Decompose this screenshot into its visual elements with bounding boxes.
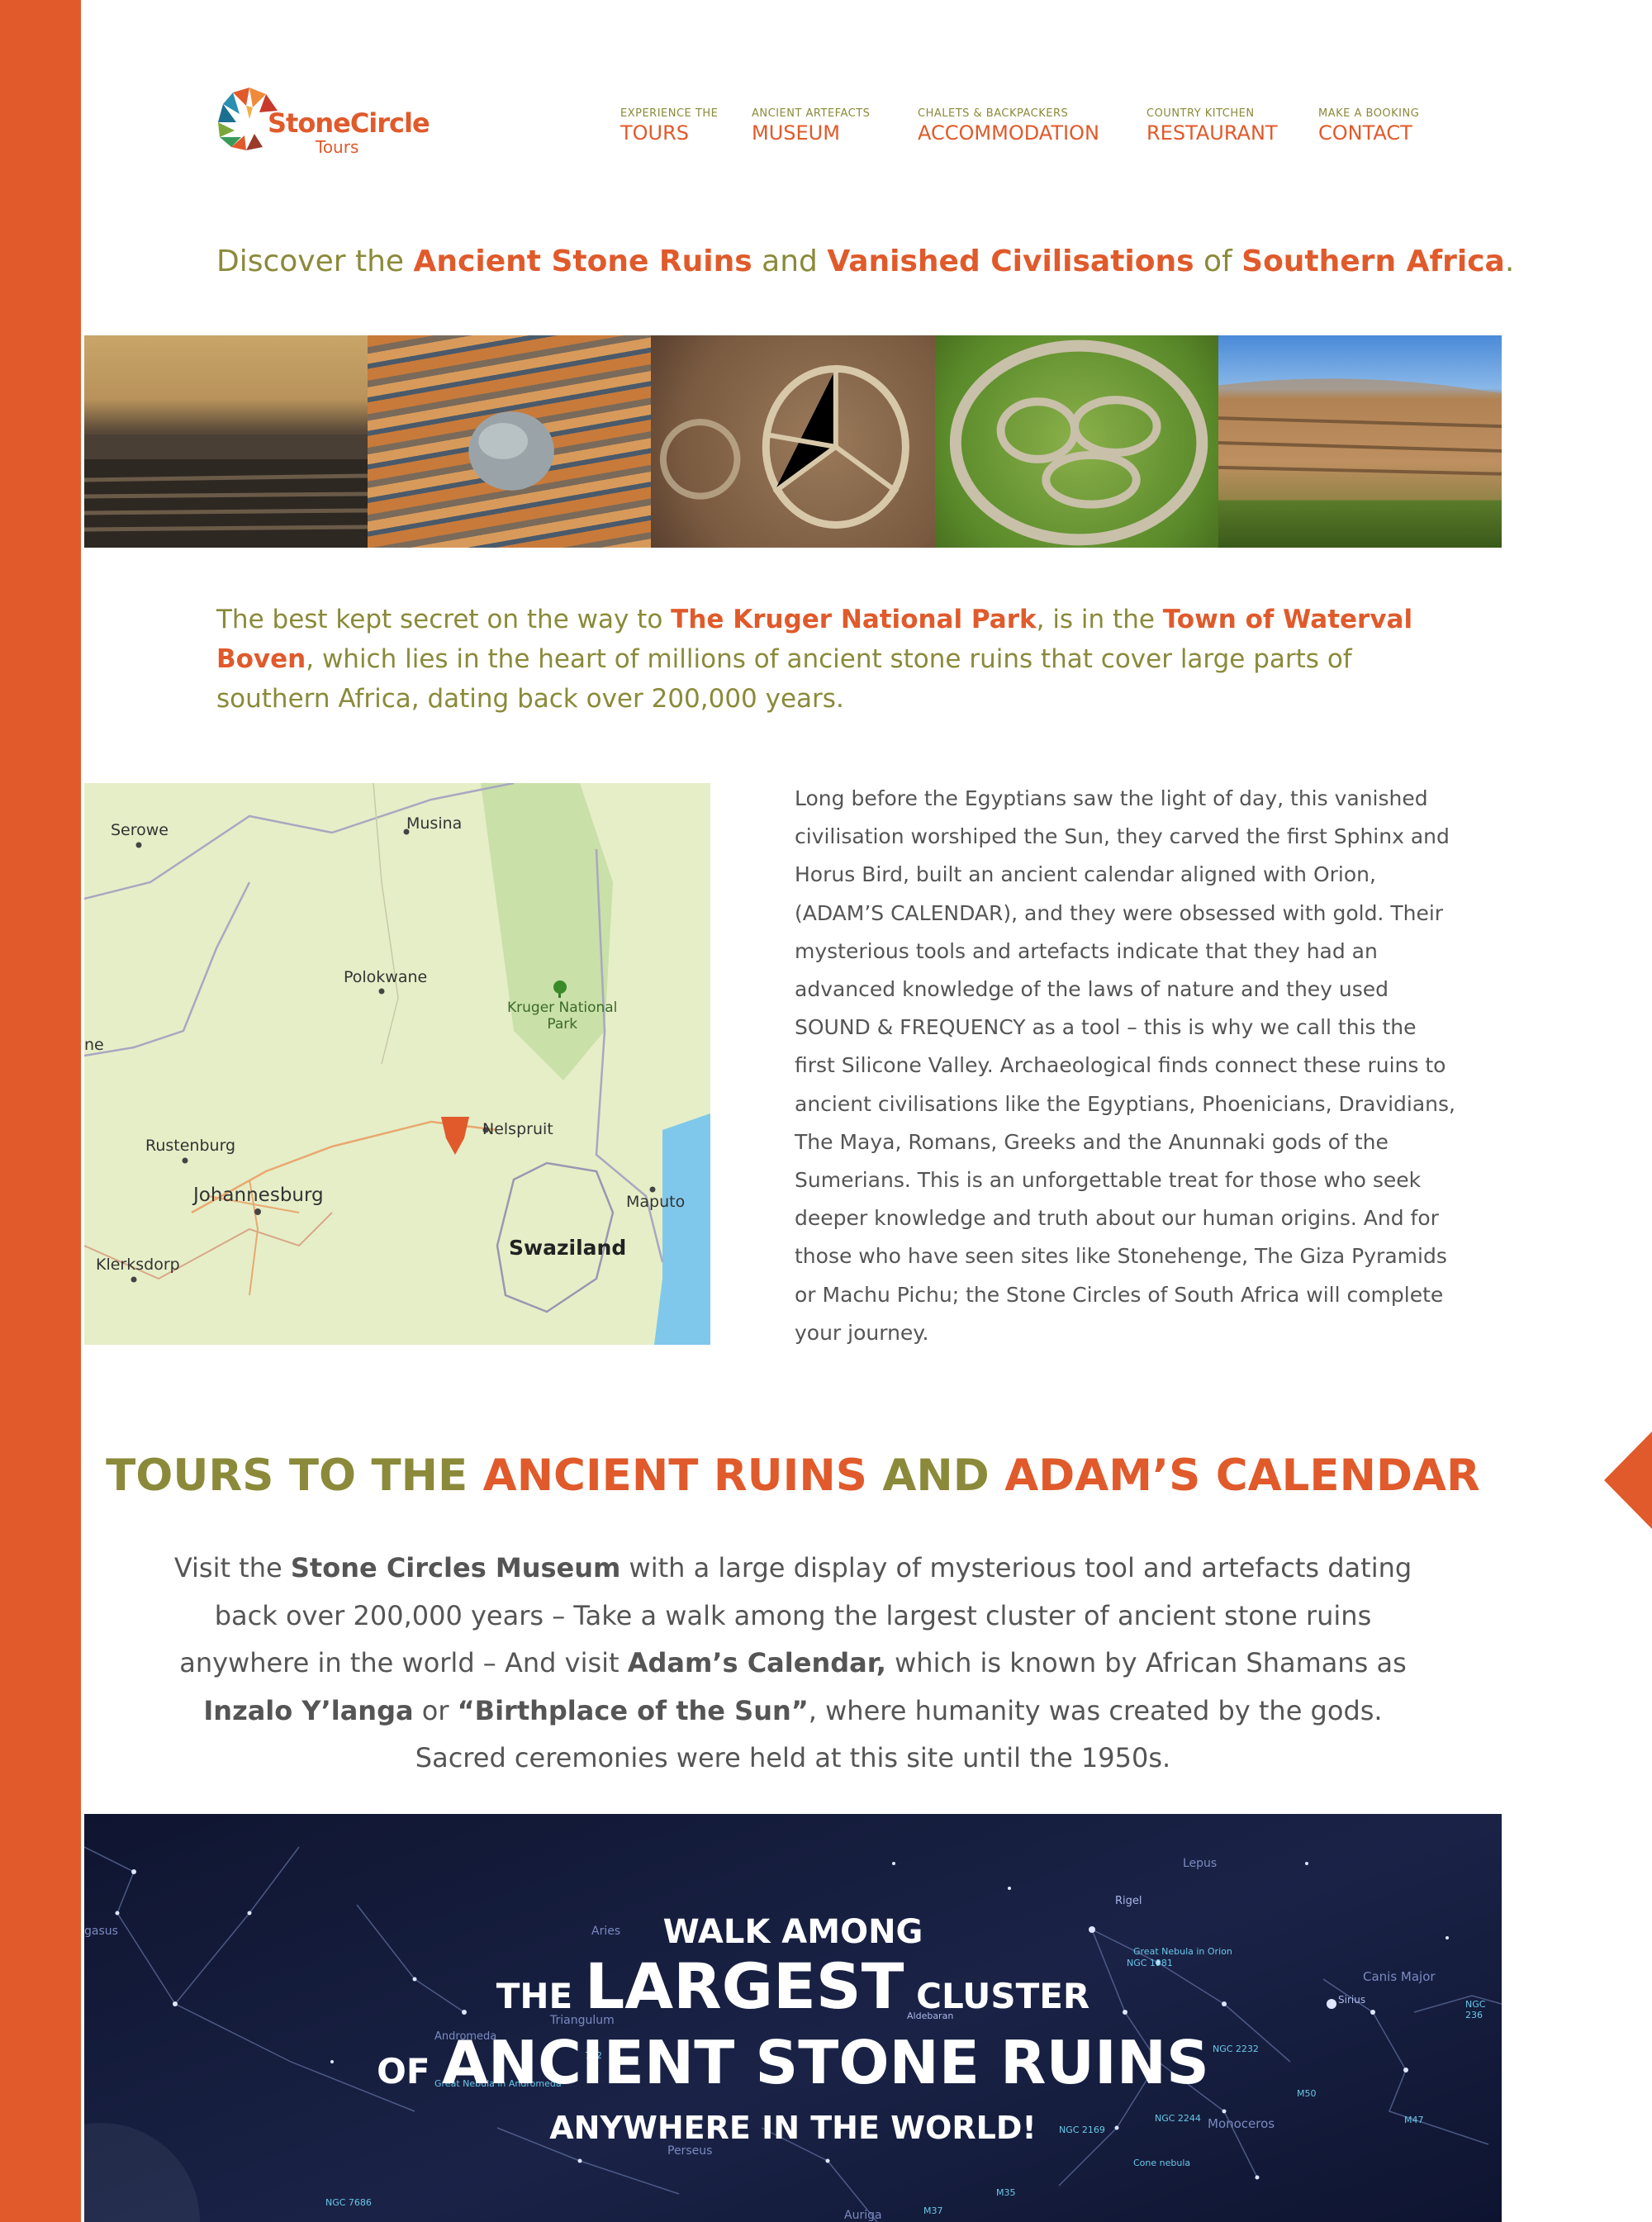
nav-museum[interactable]: ANCIENT ARTEFACTS MUSEUM (752, 107, 870, 145)
tours-paragraph: Visit the Stone Circles Museum with a la… (173, 1552, 1412, 1773)
map-label-musina: Musina (406, 814, 463, 833)
left-accent-bar (0, 0, 81, 2222)
photo-strip (84, 335, 1502, 548)
map-label-nelspruit: Nelspruit (482, 1120, 553, 1138)
map-label-klerksdorp: Klerksdorp (96, 1256, 180, 1274)
photo-stone-wall-landscape (84, 335, 368, 548)
banner-line-4: ANYWHERE IN THE WORLD! (549, 2110, 1037, 2146)
banner-line-3: OF ANCIENT STONE RUINS (377, 2028, 1209, 2097)
map-label-johannesburg: Johannesburg (193, 1185, 324, 1206)
star-label-auriga: Auriga (844, 2209, 882, 2222)
map-label-ne: ne (84, 1036, 104, 1054)
nav-museum-label: MUSEUM (752, 121, 840, 145)
banner-text: WALK AMONG THE LARGEST CLUSTER OF ANCIEN… (84, 1911, 1502, 2152)
nav-accommodation-caption: CHALETS & BACKPACKERS (918, 107, 1069, 120)
star-label-ngc7686: NGC 7686 (325, 2197, 372, 2208)
star-label-lepus: Lepus (1183, 1857, 1218, 1870)
nav-accommodation-label: ACCOMMODATION (918, 121, 1099, 145)
nav-tours-label: TOURS (620, 121, 690, 145)
banner-line-1: WALK AMONG (662, 1913, 923, 1951)
star-label-rigel: Rigel (1115, 1895, 1142, 1907)
logo-subtitle: Tours (316, 137, 359, 157)
map-label-swaziland: Swaziland (509, 1236, 627, 1260)
star-label-m35: M35 (996, 2187, 1016, 2198)
map-label-maputo: Maputo (626, 1193, 686, 1211)
star-label-cone-nebula: Cone nebula (1133, 2158, 1191, 2168)
nav-restaurant-caption: COUNTRY KITCHEN (1146, 107, 1255, 120)
nav-contact-caption: MAKE A BOOKING (1318, 107, 1420, 120)
star-label-m37: M37 (923, 2205, 943, 2216)
nav-contact-label: CONTACT (1318, 121, 1412, 145)
photo-stone-wall-sky (1218, 335, 1502, 548)
intro-paragraph: The best kept secret on the way to The K… (216, 605, 1413, 714)
photo-stacked-stones (368, 335, 652, 548)
side-arrow-tab-icon[interactable] (1604, 1431, 1652, 1529)
nav-museum-caption: ANCIENT ARTEFACTS (752, 107, 871, 120)
map-label-serowe: Serowe (111, 821, 169, 839)
map-label-polokwane: Polokwane (344, 968, 428, 986)
nav-restaurant-label: RESTAURANT (1146, 121, 1278, 145)
page-headline: Discover the Ancient Stone Ruins and Van… (216, 245, 1515, 278)
nav-restaurant[interactable]: COUNTRY KITCHEN RESTAURANT (1146, 107, 1278, 145)
history-paragraph: Long before the Egyptians saw the light … (795, 786, 1455, 1345)
location-map[interactable]: Serowe Musina Polokwane Kruger National P… (84, 783, 710, 1345)
nav-tours-caption: EXPERIENCE THE (620, 107, 719, 120)
nav-contact[interactable]: MAKE A BOOKING CONTACT (1318, 107, 1419, 145)
map-label-kruger: Kruger National Park (507, 999, 618, 1033)
nav-accommodation[interactable]: CHALETS & BACKPACKERS ACCOMMODATION (918, 107, 1099, 145)
logo[interactable]: StoneCircle Tours (216, 83, 430, 162)
star-map-banner: Lepus Rigel Great Nebula in Orion NGC 19… (84, 1814, 1502, 2222)
nav-tours[interactable]: EXPERIENCE THE TOURS (620, 107, 718, 145)
kruger-link[interactable]: The Kruger National Park (671, 605, 1036, 634)
logo-text: StoneCircle (268, 107, 430, 139)
tours-heading: TOURS TO THE ANCIENT RUINS AND ADAM’S CA… (106, 1450, 1480, 1501)
photo-aerial-circles (651, 335, 935, 548)
photo-aerial-green-circles (934, 335, 1218, 548)
banner-line-2: THE LARGEST CLUSTER (496, 1949, 1090, 2023)
map-label-rustenburg: Rustenburg (145, 1137, 236, 1155)
